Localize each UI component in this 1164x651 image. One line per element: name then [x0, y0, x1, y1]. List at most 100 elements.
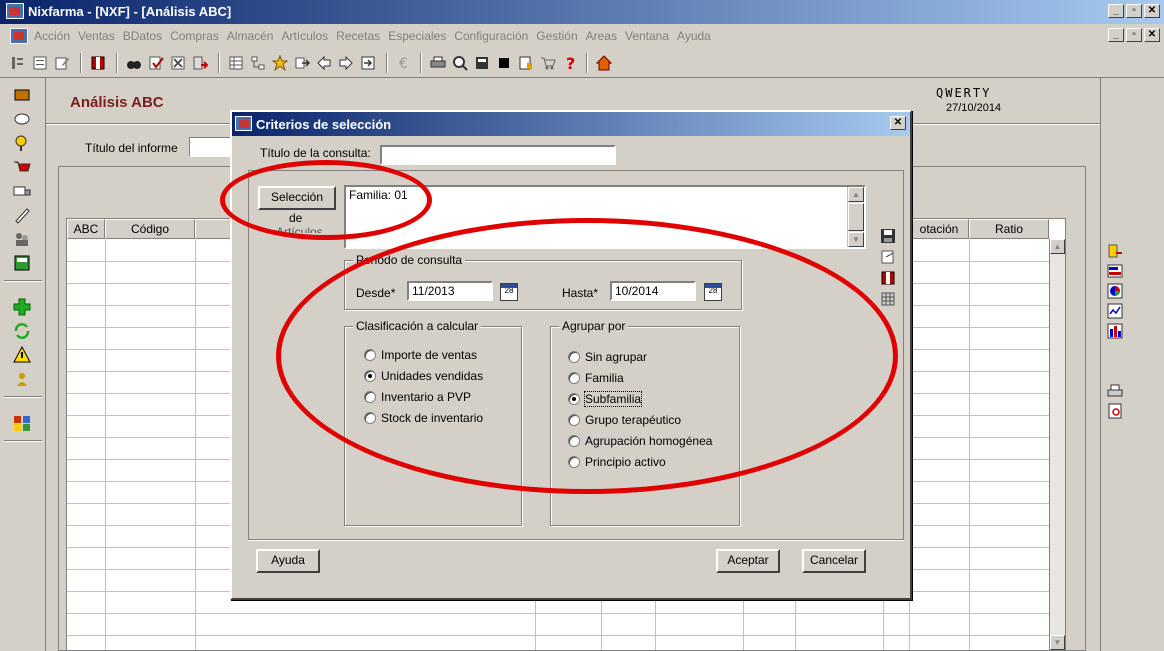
menu-configuracion[interactable]: Configuración	[454, 29, 528, 43]
radio-dot-selected[interactable]	[364, 370, 376, 382]
textarea-scroll-thumb[interactable]	[848, 203, 864, 231]
star-icon[interactable]	[272, 55, 288, 71]
pie-chart-icon[interactable]	[1107, 283, 1123, 299]
table-row[interactable]	[67, 635, 1049, 636]
forward-doc-icon[interactable]	[294, 55, 310, 71]
cancelar-button[interactable]: Cancelar	[802, 549, 866, 573]
card-icon[interactable]	[13, 110, 31, 128]
table-row[interactable]	[67, 613, 1049, 614]
menu-especiales[interactable]: Especiales	[388, 29, 446, 43]
column-header-rotacion[interactable]: otación	[909, 219, 969, 239]
export-icon[interactable]	[192, 55, 208, 71]
menu-compras[interactable]: Compras	[170, 29, 219, 43]
arrow-right-icon[interactable]	[338, 55, 354, 71]
scroll-up-button[interactable]: ▲	[1050, 239, 1065, 254]
menu-ayuda[interactable]: Ayuda	[677, 29, 711, 43]
textarea-scroll-down[interactable]: ▼	[848, 232, 864, 247]
register-icon[interactable]	[13, 254, 31, 272]
menu-bdatos[interactable]: BDatos	[123, 29, 162, 43]
form-icon[interactable]	[32, 55, 48, 71]
radio-dot[interactable]	[364, 391, 376, 403]
selection-textarea[interactable]: Familia: 01 ▲ ▼	[344, 185, 866, 249]
dialog-close-button[interactable]: ✕	[890, 116, 906, 130]
seleccion-articulos-button[interactable]: Selección	[258, 186, 336, 210]
menu-ventana[interactable]: Ventana	[625, 29, 669, 43]
minimize-button[interactable]: _	[1108, 4, 1124, 18]
sale-icon[interactable]	[13, 86, 31, 104]
binoculars-icon[interactable]	[126, 55, 142, 71]
hasta-input[interactable]: 10/2014	[610, 281, 696, 301]
radio-dot[interactable]	[364, 412, 376, 424]
column-header-abc[interactable]: ABC	[67, 219, 105, 239]
menu-recetas[interactable]: Recetas	[336, 29, 380, 43]
column-header-codigo[interactable]: Código	[105, 219, 195, 239]
cart-icon[interactable]	[540, 55, 556, 71]
scroll-down-button[interactable]: ▼	[1050, 635, 1065, 650]
refresh-icon[interactable]	[13, 322, 31, 340]
radio-dot[interactable]	[568, 414, 580, 426]
radio-stock-inventario[interactable]: Stock de inventario	[364, 411, 483, 425]
people-group-icon[interactable]	[13, 414, 31, 432]
bar-chart-icon[interactable]	[1107, 263, 1123, 279]
menu-gestion[interactable]: Gestión	[536, 29, 577, 43]
book-icon[interactable]	[90, 55, 106, 71]
grid-icon[interactable]	[880, 291, 896, 307]
maximize-button[interactable]: ▫	[1126, 4, 1142, 18]
stop-icon[interactable]	[496, 55, 512, 71]
radio-importe-ventas[interactable]: Importe de ventas	[364, 348, 477, 362]
column-header-ratio[interactable]: Ratio	[969, 219, 1049, 239]
aceptar-button[interactable]: Aceptar	[716, 549, 780, 573]
open-icon[interactable]	[880, 249, 896, 265]
doc-restore-button[interactable]: ▫	[1126, 28, 1142, 42]
radio-dot[interactable]	[568, 372, 580, 384]
table-icon[interactable]	[228, 55, 244, 71]
column-chart-icon[interactable]	[1107, 323, 1123, 339]
print-preview-icon[interactable]	[1107, 403, 1123, 419]
radio-dot[interactable]	[568, 435, 580, 447]
consulta-title-input[interactable]	[380, 145, 616, 165]
doc-close-button[interactable]: ✕	[1144, 28, 1160, 42]
radio-inventario-pvp[interactable]: Inventario a PVP	[364, 390, 471, 404]
radio-subfamilia[interactable]: Subfamilia	[568, 391, 643, 407]
book-icon[interactable]	[880, 270, 896, 286]
table-scrollbar[interactable]: ▲ ▼	[1049, 239, 1065, 650]
check-doc-icon[interactable]	[148, 55, 164, 71]
cancel-doc-icon[interactable]	[170, 55, 186, 71]
line-chart-icon[interactable]	[1107, 303, 1123, 319]
help-icon[interactable]: ?	[562, 55, 578, 71]
textarea-scroll-up[interactable]: ▲	[848, 187, 864, 202]
user-search-icon[interactable]	[13, 134, 31, 152]
cart-icon[interactable]	[13, 158, 31, 176]
menu-ventas[interactable]: Ventas	[78, 29, 115, 43]
list-icon[interactable]	[10, 55, 26, 71]
hasta-calendar-icon[interactable]: 28	[704, 283, 722, 301]
plus-icon[interactable]	[13, 298, 31, 316]
close-button[interactable]: ✕	[1144, 4, 1160, 18]
edit-icon[interactable]	[54, 55, 70, 71]
radio-familia[interactable]: Familia	[568, 371, 624, 385]
radio-agrupacion-homogenea[interactable]: Agrupación homogénea	[568, 434, 712, 448]
menu-almacen[interactable]: Almacén	[227, 29, 274, 43]
exit-icon[interactable]	[360, 55, 376, 71]
euro-icon[interactable]: €	[396, 55, 412, 71]
menu-articulos[interactable]: Artículos	[281, 29, 328, 43]
ayuda-button[interactable]: Ayuda	[256, 549, 320, 573]
printer-icon[interactable]	[1107, 383, 1123, 399]
radio-sin-agrupar[interactable]: Sin agrupar	[568, 350, 647, 364]
users-icon[interactable]	[13, 230, 31, 248]
column-header-descripcion[interactable]	[195, 219, 235, 239]
doc-minimize-button[interactable]: _	[1108, 28, 1124, 42]
tree-icon[interactable]	[250, 55, 266, 71]
menu-areas[interactable]: Areas	[586, 29, 617, 43]
menu-accion[interactable]: Acción	[34, 29, 70, 43]
radio-dot[interactable]	[568, 456, 580, 468]
document-icon[interactable]	[518, 55, 534, 71]
search-icon[interactable]	[452, 55, 468, 71]
radio-principio-activo[interactable]: Principio activo	[568, 455, 666, 469]
radio-dot[interactable]	[364, 349, 376, 361]
person-icon[interactable]	[13, 370, 31, 388]
desde-input[interactable]: 11/2013	[407, 281, 493, 301]
arrow-left-icon[interactable]	[316, 55, 332, 71]
pen-icon[interactable]	[13, 206, 31, 224]
desde-calendar-icon[interactable]: 28	[500, 283, 518, 301]
